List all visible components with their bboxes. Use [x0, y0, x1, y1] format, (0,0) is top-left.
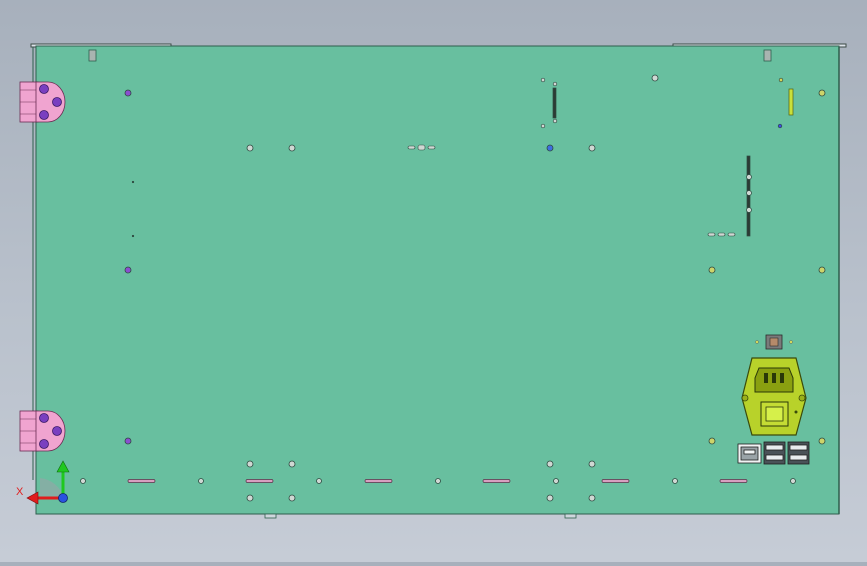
hole-icon — [588, 494, 596, 502]
x-arrowhead-icon — [26, 491, 39, 505]
hole-icon — [651, 74, 659, 82]
hinge-bottom — [19, 410, 66, 452]
hole-icon — [672, 478, 678, 484]
hole-icon — [246, 494, 254, 502]
slot-icon — [364, 479, 393, 483]
hinge-screw-icon — [52, 426, 62, 436]
hinge-screw-icon — [39, 110, 49, 120]
inlet-screw-icon — [798, 394, 806, 402]
power-inlet[interactable] — [741, 357, 807, 436]
cad-viewport[interactable]: X — [0, 0, 867, 562]
hole-icon — [246, 144, 254, 152]
hinge-screw-icon — [39, 84, 49, 94]
slot-icon — [245, 479, 274, 483]
clip-left — [88, 49, 97, 62]
standoff-icon — [818, 437, 826, 445]
bottom-tabs — [264, 513, 577, 519]
bottom-tab-right — [564, 513, 577, 519]
hole-icon — [588, 460, 596, 468]
hole-icon — [288, 144, 296, 152]
hole-icon — [288, 494, 296, 502]
hole-icon — [198, 478, 204, 484]
x-axis-label: X — [16, 486, 24, 498]
hole-icon — [288, 460, 296, 468]
z-axis-origin-icon — [58, 493, 68, 503]
hole-icon — [546, 144, 554, 152]
hinge-top — [19, 81, 66, 123]
hole-icon — [246, 460, 254, 468]
hole-icon — [80, 478, 86, 484]
hinge-screw-icon — [39, 439, 49, 449]
slot-icon — [127, 479, 156, 483]
clip-right — [763, 49, 772, 62]
enclosure-panel[interactable] — [35, 45, 840, 515]
standoff-icon — [124, 266, 132, 274]
slot-icon — [482, 479, 511, 483]
cad-drawing — [19, 43, 847, 519]
slot-icon — [601, 479, 630, 483]
standoff-icon — [818, 266, 826, 274]
standoff-icon — [708, 437, 716, 445]
port-cluster — [737, 441, 810, 465]
hole-icon — [546, 460, 554, 468]
hole-icon — [790, 478, 796, 484]
hole-icon — [316, 478, 322, 484]
standoff-icon — [124, 89, 132, 97]
bottom-tab-left — [264, 513, 277, 519]
hole-icon — [553, 478, 559, 484]
standoff-icon — [818, 89, 826, 97]
inlet-screw-icon — [741, 394, 749, 402]
standoff-icon — [124, 437, 132, 445]
slot-icon — [719, 479, 748, 483]
hinge-screw-icon — [52, 97, 62, 107]
power-switch-rocker-icon — [765, 406, 784, 422]
hole-icon — [435, 478, 441, 484]
hole-icon — [546, 494, 554, 502]
standoff-icon — [708, 266, 716, 274]
hinge-screw-icon — [39, 413, 49, 423]
hole-icon — [588, 144, 596, 152]
